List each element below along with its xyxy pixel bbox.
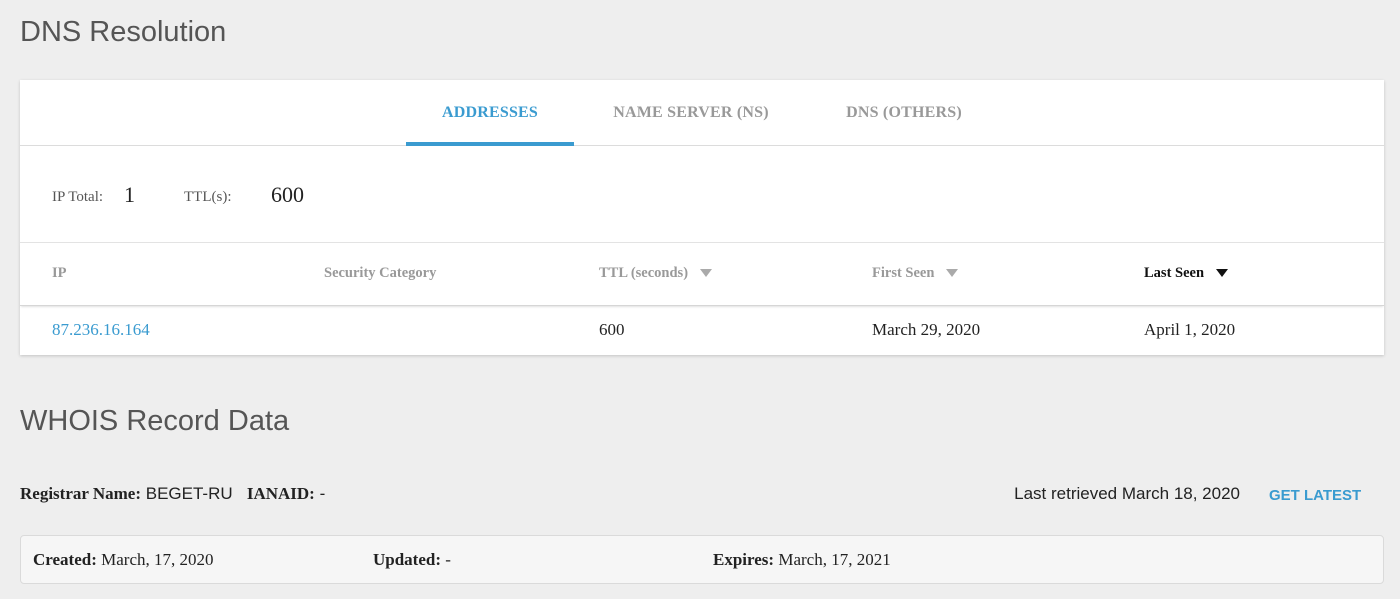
ip-link[interactable]: 87.236.16.164 bbox=[52, 320, 150, 340]
updated-label: Updated: bbox=[373, 550, 442, 569]
table-row: 87.236.16.164 600 March 29, 2020 April 1… bbox=[20, 306, 1384, 355]
column-header-first-seen-label: First Seen bbox=[872, 265, 935, 281]
created-label: Created: bbox=[33, 550, 97, 569]
created-value: March, 17, 2020 bbox=[101, 550, 214, 569]
dns-tabs: ADDRESSES NAME SERVER (NS) DNS (OTHERS) bbox=[20, 80, 1384, 146]
dns-summary: IP Total: 1 TTL(s): 600 bbox=[20, 146, 1384, 243]
sort-caret-icon bbox=[700, 268, 713, 277]
expires-label: Expires: bbox=[713, 550, 775, 569]
ttl-cell: 600 bbox=[599, 320, 625, 339]
expires-value: March, 17, 2021 bbox=[778, 550, 891, 569]
expires-date: Expires: March, 17, 2021 bbox=[713, 550, 891, 570]
column-header-security-category[interactable]: Security Category bbox=[324, 265, 436, 282]
ianaid-label: IANAID: bbox=[246, 484, 315, 503]
registrar-value: BEGET-RU bbox=[145, 484, 233, 503]
column-header-last-seen-label: Last Seen bbox=[1144, 265, 1205, 281]
column-header-first-seen[interactable]: First Seen bbox=[872, 265, 959, 282]
tab-name-server[interactable]: NAME SERVER (NS) bbox=[594, 80, 788, 145]
ianaid-value: - bbox=[319, 484, 326, 503]
last-seen-cell: April 1, 2020 bbox=[1144, 320, 1236, 339]
registrar-info: Registrar Name: BEGET-RU IANAID: - bbox=[20, 484, 325, 504]
column-header-ttl-label: TTL (seconds) bbox=[599, 265, 689, 281]
column-header-ip[interactable]: IP bbox=[52, 265, 67, 282]
dns-resolution-title: DNS Resolution bbox=[20, 16, 227, 48]
ttl-label: TTL(s): bbox=[184, 189, 232, 205]
whois-dates-box: Created: March, 17, 2020 Updated: - Expi… bbox=[20, 535, 1384, 584]
tab-dns-others[interactable]: DNS (OTHERS) bbox=[820, 80, 988, 145]
first-seen-cell: March 29, 2020 bbox=[872, 320, 981, 339]
created-date: Created: March, 17, 2020 bbox=[33, 550, 214, 570]
updated-date: Updated: - bbox=[373, 550, 451, 570]
registrar-label: Registrar Name: bbox=[20, 484, 142, 503]
get-latest-button[interactable]: GET LATEST bbox=[1269, 487, 1361, 504]
table-header: IP Security Category TTL (seconds) First… bbox=[20, 243, 1384, 306]
ip-total-value: 1 bbox=[124, 182, 135, 207]
last-retrieved-text: Last retrieved March 18, 2020 bbox=[1014, 484, 1240, 503]
column-header-ttl[interactable]: TTL (seconds) bbox=[599, 265, 713, 282]
ttl-value: 600 bbox=[271, 182, 304, 207]
sort-caret-icon bbox=[946, 268, 959, 277]
column-header-last-seen[interactable]: Last Seen bbox=[1144, 265, 1229, 282]
whois-record-title: WHOIS Record Data bbox=[20, 405, 290, 437]
updated-value: - bbox=[445, 550, 451, 569]
dns-resolution-card: ADDRESSES NAME SERVER (NS) DNS (OTHERS) … bbox=[20, 80, 1384, 355]
tab-addresses[interactable]: ADDRESSES bbox=[406, 80, 574, 146]
ip-total-label: IP Total: bbox=[52, 189, 104, 205]
sort-caret-icon bbox=[1216, 268, 1229, 277]
